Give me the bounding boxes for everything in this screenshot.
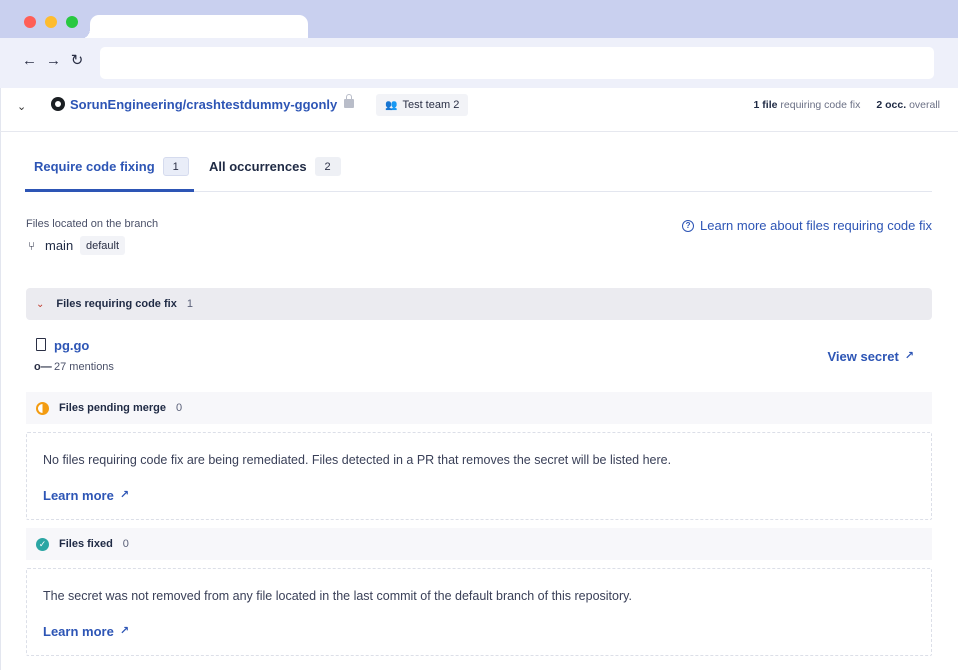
section-files-requiring-fix[interactable]: ⌄ Files requiring code fix 1 [26, 288, 932, 320]
tab-label: Require code fixing [34, 159, 155, 174]
collapse-chevron-icon[interactable]: ⌄ [17, 100, 26, 113]
tab-all-occurrences[interactable]: All occurrences 2 [209, 157, 341, 176]
maximize-window-button[interactable] [66, 16, 78, 28]
key-icon: o— [34, 361, 52, 373]
forward-arrow-icon[interactable]: → [46, 50, 61, 72]
learn-more-label: Learn more [43, 624, 114, 639]
section-files-pending-merge: Files pending merge 0 [26, 392, 932, 424]
external-link-icon: ↗ [119, 625, 130, 637]
minimize-window-button[interactable] [45, 16, 57, 28]
mentions-count: 27 mentions [54, 361, 114, 373]
external-link-icon: ↗ [904, 350, 914, 362]
back-arrow-icon[interactable]: ← [22, 50, 37, 72]
browser-tab[interactable] [80, 15, 308, 39]
active-tab-indicator [25, 189, 194, 192]
file-name-link[interactable]: pg.go [54, 338, 89, 353]
branch-name: main [45, 238, 74, 253]
check-icon: ✓ [36, 537, 49, 551]
occurrences-stat: 2 occ. overall [876, 99, 940, 111]
learn-more-files-label: Learn more about files requiring code fi… [700, 218, 932, 233]
divider [0, 88, 1, 670]
section-title: Files pending merge [59, 402, 166, 414]
section-count: 0 [175, 402, 183, 414]
team-badge[interactable]: 👥 Test team 2 [376, 94, 469, 116]
empty-message: The secret was not removed from any file… [43, 589, 632, 603]
tab-bar: Require code fixing 1 All occurrences 2 [25, 150, 932, 192]
lock-icon [344, 94, 354, 108]
repo-name-link[interactable]: SorunEngineering/crashtestdummy-ggonly [70, 97, 337, 112]
learn-more-files-link[interactable]: ? Learn more about files requiring code … [682, 218, 932, 233]
chevron-down-icon: ⌄ [36, 298, 45, 310]
fixed-empty-state: The secret was not removed from any file… [26, 568, 932, 656]
learn-more-label: Learn more [43, 488, 114, 503]
tab-require-code-fixing[interactable]: Require code fixing 1 [34, 157, 189, 176]
branch-label: Files located on the branch [26, 218, 159, 230]
team-icon: 👥 [385, 99, 398, 111]
section-count: 0 [122, 538, 129, 550]
section-files-fixed: ✓ Files fixed 0 [26, 528, 932, 560]
list-item: pg.go o— 27 mentions View secret ↗ [26, 330, 932, 384]
section-count: 1 [186, 298, 193, 310]
address-bar[interactable] [100, 47, 934, 79]
file-icon [36, 338, 46, 351]
view-secret-link[interactable]: View secret ↗ [827, 349, 914, 364]
learn-more-link[interactable]: Learn more ↗ [43, 624, 129, 639]
default-branch-badge: default [80, 236, 126, 255]
window-controls [24, 16, 78, 28]
pending-icon [36, 401, 49, 415]
repo-stats: 1 file requiring code fix 2 occ. overall [754, 99, 940, 111]
tab-count: 1 [162, 157, 189, 176]
tab-count: 2 [314, 157, 341, 176]
learn-more-link[interactable]: Learn more ↗ [43, 488, 129, 503]
github-icon [51, 97, 65, 111]
pending-empty-state: No files requiring code fix are being re… [26, 432, 932, 520]
external-link-icon: ↗ [119, 489, 130, 501]
tab-label: All occurrences [209, 159, 307, 174]
view-secret-label: View secret [827, 349, 899, 364]
nav-buttons: ← → ↻ [22, 50, 84, 72]
team-name: Test team 2 [402, 99, 460, 111]
reload-icon[interactable]: ↻ [70, 50, 84, 72]
branch-icon: ⑂ [28, 239, 36, 253]
close-window-button[interactable] [24, 16, 36, 28]
help-icon: ? [682, 219, 695, 232]
section-title: Files requiring code fix [56, 298, 177, 310]
section-title: Files fixed [59, 538, 113, 550]
files-stat: 1 file requiring code fix [753, 99, 861, 111]
empty-message: No files requiring code fix are being re… [43, 453, 672, 467]
